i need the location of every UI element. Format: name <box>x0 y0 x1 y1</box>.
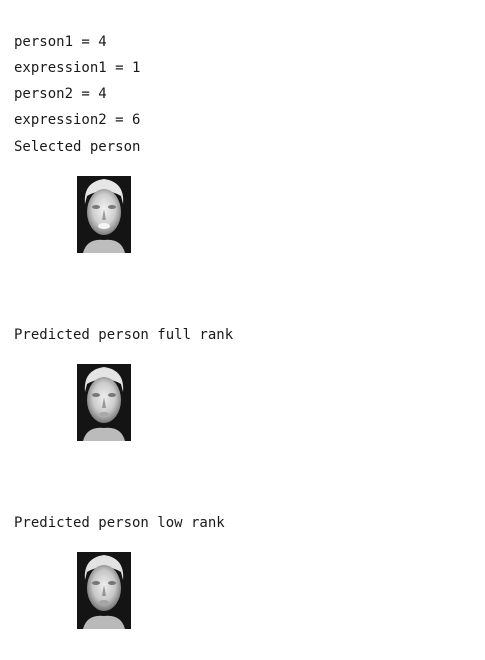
full-rank-heading: Predicted person full rank <box>14 327 234 343</box>
person1-line: person1 = 4 <box>14 34 107 50</box>
selected-face-image <box>77 176 131 253</box>
full-rank-face-image <box>77 364 131 441</box>
expression1-line: expression1 = 1 <box>14 60 141 76</box>
low-rank-heading: Predicted person low rank <box>14 515 225 531</box>
low-rank-face-image <box>77 552 131 629</box>
expression2-line: expression2 = 6 <box>14 112 141 128</box>
person2-line: person2 = 4 <box>14 86 107 102</box>
selected-person-heading: Selected person <box>14 139 141 155</box>
